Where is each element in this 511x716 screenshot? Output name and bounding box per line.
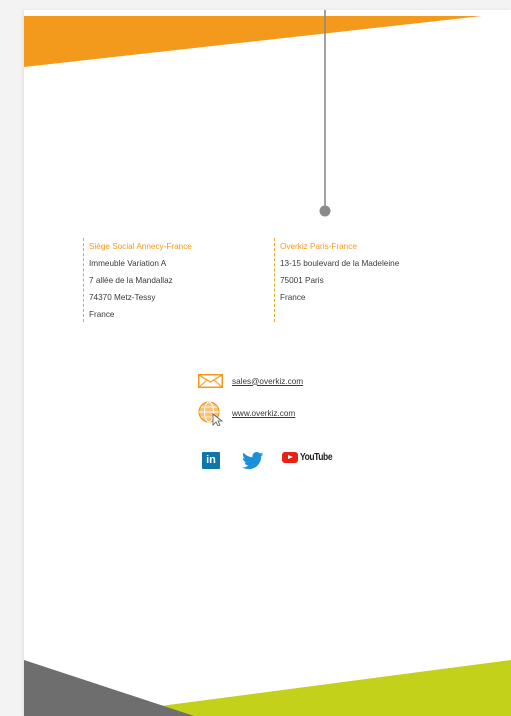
address-line: 7 allée de la Mandallaz (89, 276, 173, 285)
envelope-icon (198, 374, 223, 388)
linkedin-icon[interactable]: in (202, 452, 220, 469)
twitter-bird-icon[interactable] (242, 452, 264, 470)
address-line: France (280, 293, 306, 302)
orange-top-band (24, 16, 482, 67)
address-block-annecy: Siège Social Annecy-France Immeuble Vari… (83, 238, 192, 322)
youtube-play-icon (282, 452, 298, 463)
address-line: Immeuble Variation A (89, 259, 167, 268)
address-line: France (89, 310, 115, 319)
website-link[interactable]: www.overkiz.com (232, 409, 295, 418)
address-title: Overkiz Paris-France (280, 242, 357, 251)
page-decorations (24, 10, 511, 716)
pointer-dot (319, 205, 331, 217)
address-line: 75001 Paris (280, 276, 324, 285)
email-link[interactable]: sales@overkiz.com (232, 377, 303, 386)
globe-cursor-icon (198, 401, 223, 426)
youtube-link[interactable]: YouTube (282, 452, 338, 463)
address-block-paris: Overkiz Paris-France 13-15 boulevard de … (274, 238, 399, 322)
address-title: Siège Social Annecy-France (89, 242, 192, 251)
youtube-wordmark: YouTube (300, 452, 333, 463)
email-row: sales@overkiz.com (198, 374, 303, 388)
document-page: Siège Social Annecy-France Immeuble Vari… (24, 10, 511, 716)
website-row: www.overkiz.com (198, 401, 295, 426)
address-line: 74370 Metz-Tessy (89, 293, 156, 302)
address-line: 13-15 boulevard de la Madeleine (280, 259, 400, 268)
